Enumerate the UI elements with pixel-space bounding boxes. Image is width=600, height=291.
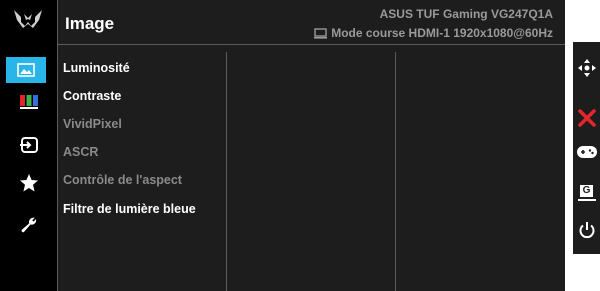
monitor-icon <box>314 27 328 39</box>
key-gameplus[interactable]: G <box>573 180 600 204</box>
key-close[interactable] <box>573 106 600 130</box>
image-icon <box>17 63 35 77</box>
sidebar-item-system[interactable] <box>0 210 57 240</box>
mode-info: Mode course HDMI-1 1920x1080@60Hz <box>314 26 553 40</box>
input-select-icon <box>19 137 38 153</box>
menu-item-luminosite[interactable]: Luminosité <box>63 61 130 75</box>
key-guide: G <box>573 42 600 254</box>
divider <box>395 52 396 291</box>
key-move[interactable] <box>573 56 600 80</box>
osd-panel: Image ASUS TUF Gaming VG247Q1A Mode cour… <box>0 0 565 291</box>
divider <box>226 52 227 291</box>
page-title: Image <box>65 14 115 33</box>
key-gamevisual[interactable] <box>573 140 600 164</box>
key-power[interactable] <box>573 218 600 242</box>
menu-item-vividpixel: VividPixel <box>63 117 122 131</box>
menu-item-blue-light-filter[interactable]: Filtre de lumière bleue <box>63 202 196 216</box>
sidebar <box>0 0 57 291</box>
gameplus-letter: G <box>579 185 594 197</box>
star-icon <box>19 174 38 192</box>
close-icon <box>577 109 596 127</box>
wrench-icon <box>21 217 36 233</box>
gameplus-icon: G <box>577 183 596 201</box>
menu-item-aspect-control: Contrôle de l'aspect <box>63 173 182 187</box>
divider <box>57 44 565 45</box>
gamepad-icon <box>576 146 597 158</box>
sidebar-item-favorite[interactable] <box>0 168 57 198</box>
sidebar-item-image[interactable] <box>6 57 46 83</box>
menu-item-contraste[interactable]: Contraste <box>63 89 121 103</box>
sidebar-item-color[interactable] <box>0 87 57 117</box>
power-icon <box>579 222 594 239</box>
menu-item-ascr: ASCR <box>63 145 99 159</box>
tuf-logo-icon <box>14 10 42 28</box>
monitor-model: ASUS TUF Gaming VG247Q1A <box>379 7 553 21</box>
sidebar-item-input[interactable] <box>0 130 57 160</box>
color-icon <box>19 95 38 109</box>
move-joystick-icon <box>577 59 596 77</box>
mode-text: Mode course HDMI-1 1920x1080@60Hz <box>331 26 553 40</box>
